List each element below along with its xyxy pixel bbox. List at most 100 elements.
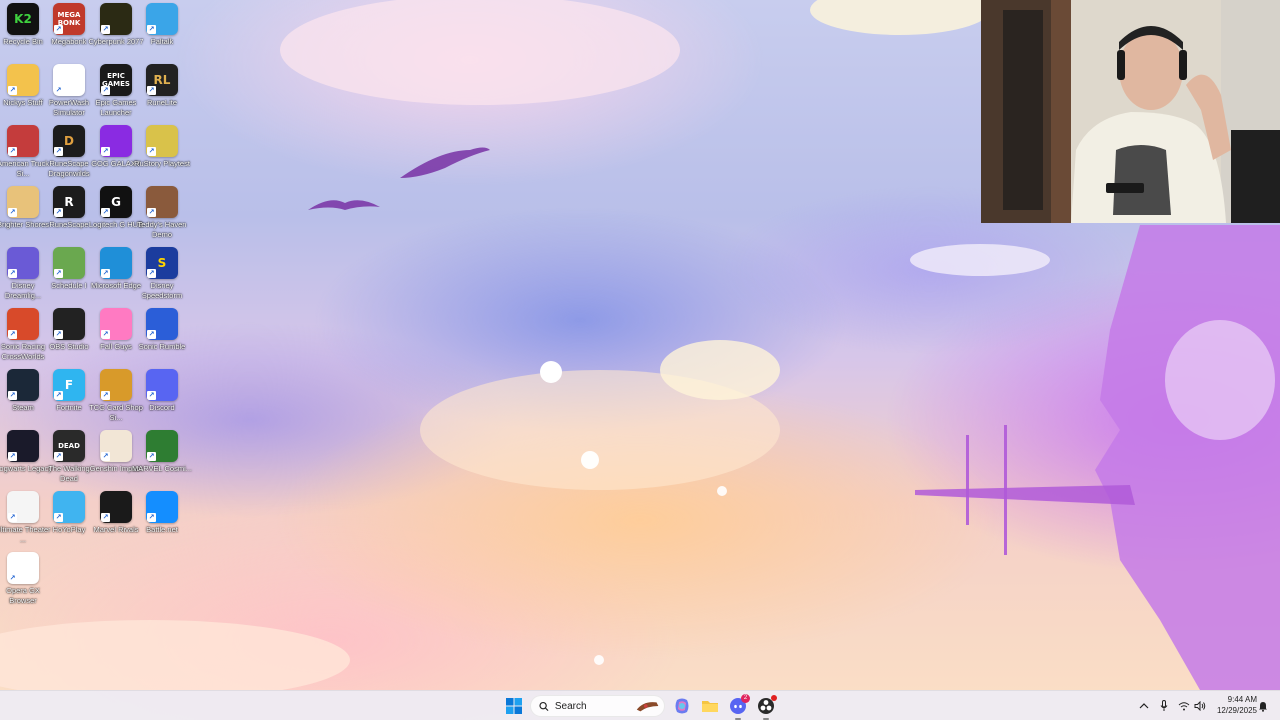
app-icon-text: G (111, 195, 121, 209)
taskbar-file-explorer[interactable] (698, 694, 722, 718)
copilot-icon (675, 698, 689, 714)
app-icon: ↗ (53, 308, 85, 340)
folder-icon (702, 701, 718, 712)
app-icon-text: R (64, 195, 74, 209)
app-icon: ↗ (7, 491, 39, 523)
shortcut-arrow-icon: ↗ (54, 269, 63, 278)
shortcut-arrow-icon: ↗ (101, 391, 110, 400)
speaker-icon (1194, 701, 1206, 711)
app-icon: DEAD ↗ (53, 430, 85, 462)
microphone-icon (1160, 700, 1168, 711)
clock-time: 9:44 AM (1227, 695, 1257, 704)
shortcut-arrow-icon: ↗ (147, 513, 156, 522)
app-icon: ↗ (146, 430, 178, 462)
app-icon: G ↗ (100, 186, 132, 218)
app-icon: F ↗ (53, 369, 85, 401)
taskbar-clock[interactable]: 9:44 AM 12/29/2025 (1209, 694, 1257, 716)
app-icon: R ↗ (53, 186, 85, 218)
app-icon-text: DEAD (58, 442, 80, 450)
desktop-icon[interactable]: ↗ Paltalk (139, 3, 185, 47)
app-icon: ↗ (7, 369, 39, 401)
app-icon: ↗ (7, 64, 39, 96)
app-icon: ↗ (146, 491, 178, 523)
shortcut-arrow-icon: ↗ (8, 574, 17, 583)
app-icon: ↗ (100, 308, 132, 340)
app-icon: S ↗ (146, 247, 178, 279)
shortcut-arrow-icon: ↗ (101, 269, 110, 278)
shortcut-arrow-icon: ↗ (147, 269, 156, 278)
shortcut-arrow-icon: ↗ (54, 25, 63, 34)
app-icon: ↗ (146, 3, 178, 35)
tray-volume[interactable] (1192, 691, 1208, 720)
shortcut-arrow-icon: ↗ (54, 391, 63, 400)
shortcut-arrow-icon: ↗ (101, 208, 110, 217)
shortcut-arrow-icon: ↗ (147, 330, 156, 339)
desktop-icon[interactable]: S ↗ Disney Speedstorm (139, 247, 185, 300)
desktop-icon[interactable]: EPIC GAMES ↗ Epic Games Launcher (93, 64, 139, 117)
app-icon: ↗ (100, 369, 132, 401)
desktop-icon[interactable]: DEAD ↗ The Walking Dead (46, 430, 92, 483)
app-icon: ↗ (7, 247, 39, 279)
chevron-up-icon (1139, 703, 1149, 709)
desktop-icon[interactable]: ↗ Teddy's Haven Demo (138, 186, 186, 239)
tray-network[interactable] (1176, 691, 1192, 720)
desktop-icon[interactable]: ↗ Ultimate Theater ... (0, 491, 51, 544)
desktop-icon[interactable]: ↗ Battle.net (139, 491, 185, 535)
app-icon: MEGA BONK ↗ (53, 3, 85, 35)
desktop-icon[interactable]: ↗ RuStory Playtest (134, 125, 190, 169)
shortcut-arrow-icon: ↗ (101, 25, 110, 34)
show-hidden-icons-button[interactable] (1137, 691, 1151, 720)
recording-indicator-icon (771, 695, 777, 701)
app-icon: ↗ (100, 247, 132, 279)
shortcut-arrow-icon: ↗ (101, 330, 110, 339)
shortcut-arrow-icon: ↗ (54, 330, 63, 339)
taskbar-obs[interactable] (754, 694, 778, 720)
taskbar-search[interactable] (530, 695, 665, 717)
shortcut-arrow-icon: ↗ (101, 513, 110, 522)
desktop-icon-grid: K2 Recycle Bin MEGA BONK ↗ Megabonk ↗ Cyberpun… (0, 0, 192, 690)
app-icon-text: K2 (14, 12, 32, 26)
clock-date: 12/29/2025 (1216, 706, 1257, 715)
desktop-icon[interactable]: ↗ MARVEL Cosmi... (132, 430, 192, 474)
desktop-icon-label: Teddy's Haven Demo (137, 220, 187, 239)
taskbar: 2 (0, 690, 1280, 720)
app-icon: EPIC GAMES ↗ (100, 64, 132, 96)
shortcut-arrow-icon: ↗ (8, 208, 17, 217)
webcam-overlay (981, 0, 1280, 223)
tray-microphone[interactable] (1157, 691, 1171, 720)
start-button[interactable] (502, 694, 526, 718)
desktop-icon[interactable]: RL ↗ RuneLite (139, 64, 185, 108)
desktop-icon[interactable]: ↗ Opera GX Browser (0, 552, 46, 605)
desktop-icon[interactable]: ↗ Sonic Racing CrossWorlds (0, 308, 46, 361)
shortcut-arrow-icon: ↗ (54, 208, 63, 217)
app-icon: D ↗ (53, 125, 85, 157)
desktop-icon-label: Battle.net (146, 525, 178, 534)
search-icon (539, 701, 549, 711)
desktop-icon[interactable]: ↗ Discord (139, 369, 185, 413)
app-icon: ↗ (146, 369, 178, 401)
taskbar-copilot[interactable] (670, 694, 694, 718)
shortcut-arrow-icon: ↗ (147, 391, 156, 400)
app-icon: ↗ (7, 552, 39, 584)
search-input[interactable] (554, 700, 635, 712)
desktop-icon-label: RuneLite (146, 98, 178, 107)
taskbar-discord[interactable]: 2 (726, 694, 750, 720)
desktop-icon[interactable]: ↗ TCG Card Shop Si... (89, 369, 143, 422)
desktop-icon-label: Discord (149, 403, 175, 412)
shortcut-arrow-icon: ↗ (54, 452, 63, 461)
shortcut-arrow-icon: ↗ (101, 86, 110, 95)
notification-center-button[interactable] (1256, 691, 1270, 720)
desktop-icon[interactable]: D ↗ RuneScape Dragonwilds (46, 125, 92, 178)
desktop-icon[interactable]: ↗ Sonic Rumble (139, 308, 185, 352)
app-icon: ↗ (53, 491, 85, 523)
app-icon: RL ↗ (146, 64, 178, 96)
app-icon: ↗ (53, 64, 85, 96)
desktop-icon[interactable]: ↗ Disney Dreamlig... (0, 247, 46, 300)
wifi-icon (1178, 702, 1190, 711)
desktop-icon-label: MARVEL Cosmi... (132, 464, 193, 473)
app-icon: ↗ (7, 308, 39, 340)
search-highlight-icon (636, 702, 659, 712)
shortcut-arrow-icon: ↗ (147, 147, 156, 156)
app-icon: ↗ (146, 186, 178, 218)
shortcut-arrow-icon: ↗ (8, 86, 17, 95)
